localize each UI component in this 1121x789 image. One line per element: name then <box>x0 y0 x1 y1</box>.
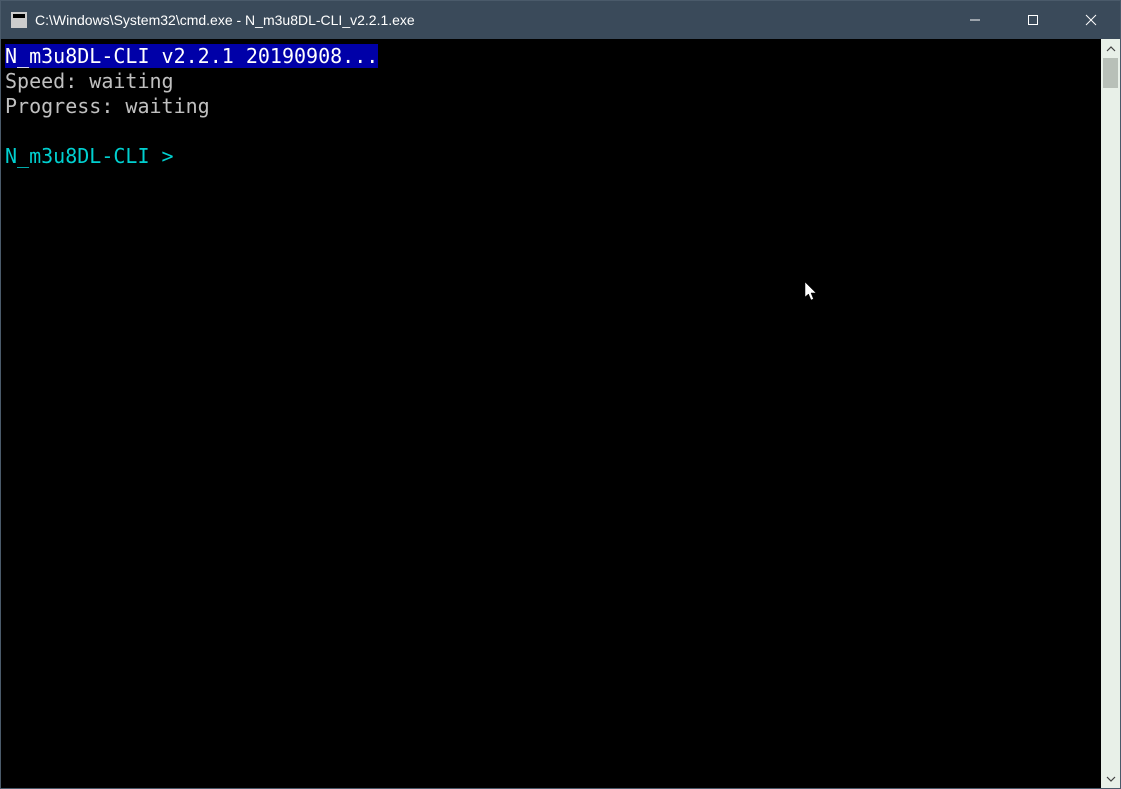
chevron-up-icon <box>1106 44 1116 54</box>
prompt-line: N_m3u8DL-CLI > <box>5 144 186 168</box>
close-button[interactable] <box>1062 1 1120 39</box>
progress-line: Progress: waiting <box>5 94 210 118</box>
vertical-scrollbar[interactable] <box>1101 39 1120 788</box>
cmd-window: C:\Windows\System32\cmd.exe - N_m3u8DL-C… <box>0 0 1121 789</box>
window-title: C:\Windows\System32\cmd.exe - N_m3u8DL-C… <box>35 12 946 28</box>
content-area: N_m3u8DL-CLI v2.2.1 20190908... Speed: w… <box>1 39 1120 788</box>
titlebar[interactable]: C:\Windows\System32\cmd.exe - N_m3u8DL-C… <box>1 1 1120 39</box>
window-controls <box>946 1 1120 39</box>
speed-line: Speed: waiting <box>5 69 174 93</box>
scroll-down-button[interactable] <box>1101 769 1120 788</box>
close-icon <box>1085 14 1097 26</box>
chevron-down-icon <box>1106 774 1116 784</box>
blank-line <box>5 119 1097 144</box>
maximize-button[interactable] <box>1004 1 1062 39</box>
minimize-icon <box>969 14 981 26</box>
scroll-up-button[interactable] <box>1101 39 1120 58</box>
cmd-icon <box>11 12 27 28</box>
header-line: N_m3u8DL-CLI v2.2.1 20190908... <box>5 44 378 68</box>
minimize-button[interactable] <box>946 1 1004 39</box>
scroll-thumb[interactable] <box>1103 58 1118 88</box>
terminal-output[interactable]: N_m3u8DL-CLI v2.2.1 20190908... Speed: w… <box>1 39 1101 788</box>
maximize-icon <box>1027 14 1039 26</box>
scroll-track[interactable] <box>1101 58 1120 769</box>
